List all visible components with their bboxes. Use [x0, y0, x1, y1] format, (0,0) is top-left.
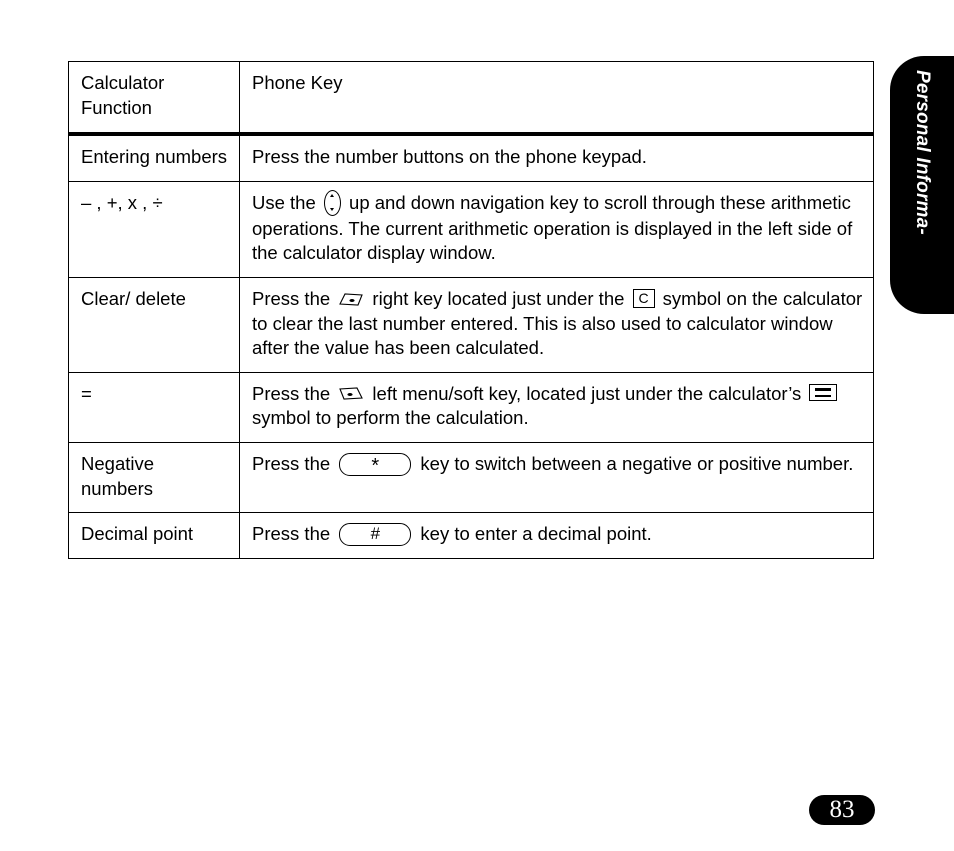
table-header-row: Calculator Function Phone Key	[68, 61, 874, 137]
cell-calculator-function: Clear/ delete	[68, 277, 240, 373]
navigation-key-icon	[323, 189, 341, 216]
table-row: Negative numbers Press the * key to switc…	[68, 442, 874, 514]
table-row: = Press the left menu/soft key, located …	[68, 371, 874, 444]
cell-phone-key-text: left menu/soft key, located just under t…	[367, 382, 807, 404]
cell-calculator-function: – , +, x , ÷	[68, 180, 240, 279]
cell-phone-key: Press the # key to enter a decimal point…	[239, 512, 874, 559]
cell-phone-key-text: up and down navigation key to scroll thr…	[252, 191, 853, 264]
section-thumb-tab-label: Personal Informa-	[912, 70, 933, 235]
clear-c-symbol-icon: C	[632, 288, 655, 308]
cell-phone-key-text: right key located just under the	[367, 288, 630, 310]
pound-key-icon: #	[339, 522, 412, 546]
table-row: – , +, x , ÷ Use the up and down navigati…	[68, 180, 874, 279]
cell-phone-key: Press the number buttons on the phone ke…	[239, 133, 874, 182]
cell-phone-key-text: key to enter a decimal point.	[415, 523, 652, 545]
cell-phone-key: Use the up and down navigation key to sc…	[239, 180, 874, 279]
left-soft-key-icon	[338, 385, 364, 402]
cell-phone-key-text: key to switch between a negative or posi…	[415, 453, 854, 475]
cell-phone-key-text: Press the	[252, 382, 336, 404]
cell-phone-key-text: symbol to perform the calculation.	[252, 407, 529, 429]
table-body: Calculator Function Phone Key Entering n…	[68, 61, 874, 559]
page-number-badge: 83	[809, 795, 875, 825]
cell-calculator-function: Decimal point	[68, 512, 240, 559]
cell-calculator-function: =	[68, 371, 240, 444]
cell-phone-key: Press the left menu/soft key, located ju…	[239, 371, 874, 444]
cell-phone-key: Press the * key to switch between a nega…	[239, 442, 874, 514]
section-thumb-tab: Personal Informa-	[890, 56, 954, 314]
column-header-phone-key: Phone Key	[239, 61, 874, 137]
table-row: Entering numbers Press the number buttons…	[68, 133, 874, 182]
star-key-icon: *	[339, 452, 412, 477]
cell-phone-key-text: Press the number buttons on the phone ke…	[252, 146, 647, 168]
equals-menu-symbol-icon	[809, 384, 838, 402]
right-soft-key-icon	[338, 291, 364, 308]
column-header-calculator-function: Calculator Function	[68, 61, 240, 137]
cell-calculator-function: Entering numbers	[68, 133, 240, 182]
cell-calculator-function: Negative numbers	[68, 442, 240, 514]
calculator-function-table: Calculator Function Phone Key Entering n…	[68, 61, 874, 559]
cell-phone-key-text: Use the	[252, 191, 321, 213]
table-row: Decimal point Press the # key to enter a …	[68, 512, 874, 559]
cell-phone-key-text: Press the	[252, 523, 336, 545]
table-row: Clear/ delete Press the right key located…	[68, 277, 874, 373]
cell-phone-key-text: Press the	[252, 288, 336, 310]
cell-phone-key-text: Press the	[252, 453, 336, 475]
cell-phone-key: Press the right key located just under t…	[239, 277, 874, 373]
